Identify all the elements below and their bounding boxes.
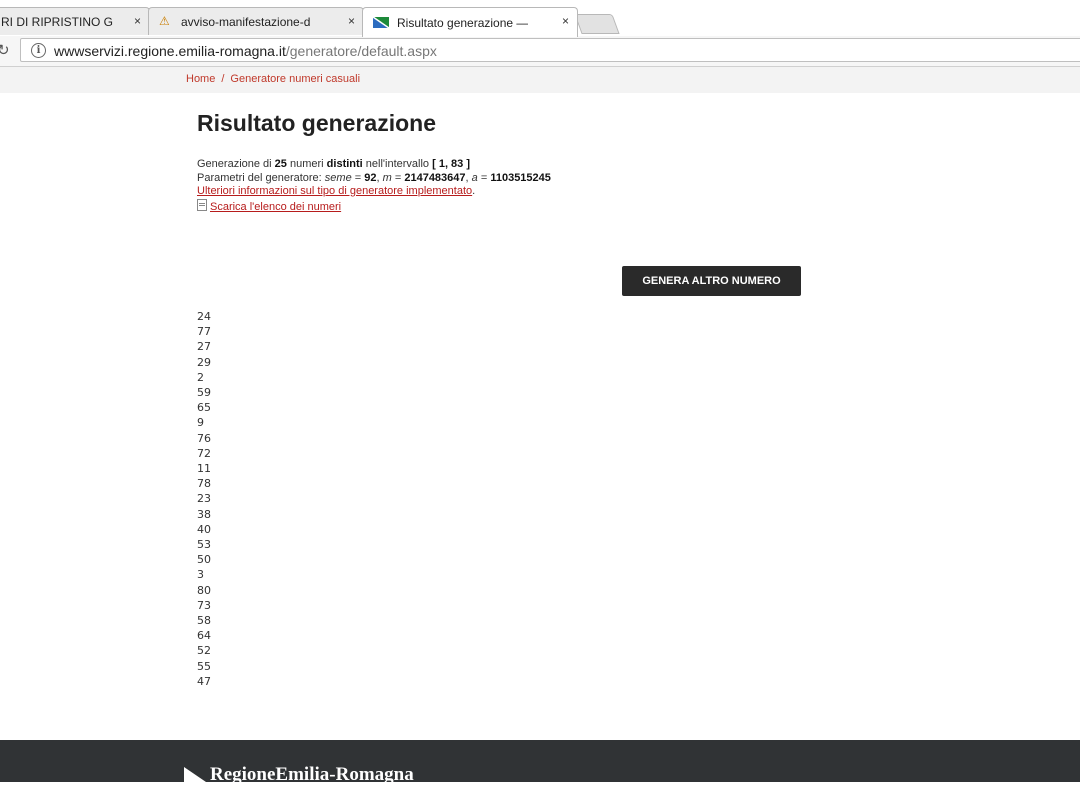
browser-tab-active[interactable]: Risultato generazione — × bbox=[362, 7, 578, 37]
info-icon[interactable]: i bbox=[31, 43, 46, 58]
numbers-list: 24 77 27 29 2 59 65 9 76 72 11 78 23 38 40 53 50 3 80 73 58 6… bbox=[197, 309, 211, 689]
param-a-value: 1103515245 bbox=[490, 171, 551, 184]
summary-range-label: nell'intervallo bbox=[365, 158, 430, 170]
generator-info-link[interactable]: Ulteriori informazioni sul tipo di gener… bbox=[197, 185, 472, 197]
breadcrumb-separator: / bbox=[221, 73, 225, 85]
number-item: 58 bbox=[197, 614, 211, 628]
generator-params: Parametri del generatore: seme = 92, m =… bbox=[197, 171, 551, 184]
number-item: 29 bbox=[197, 355, 211, 369]
number-item: 3 bbox=[197, 568, 204, 582]
number-item: 80 bbox=[197, 583, 211, 597]
number-item: 52 bbox=[197, 644, 211, 658]
param-m-value: 2147483647 bbox=[404, 171, 466, 184]
number-item: 76 bbox=[197, 431, 211, 445]
summary-range: [ 1, 83 ] bbox=[432, 158, 471, 170]
browser-tab[interactable]: RI DI RIPRISTINO G × bbox=[0, 7, 150, 35]
number-item: 64 bbox=[197, 629, 211, 643]
url-host: wwwservizi.regione.emilia-romagna.it bbox=[54, 43, 286, 59]
tab-title: RI DI RIPRISTINO G bbox=[1, 14, 114, 29]
breadcrumb-home-link[interactable]: Home bbox=[186, 73, 215, 85]
summary-prefix: Generazione di bbox=[197, 158, 272, 170]
region-flag-icon bbox=[373, 17, 389, 28]
region-logo-icon bbox=[184, 767, 206, 782]
number-item: 59 bbox=[197, 386, 211, 400]
download-numbers-link[interactable]: Scarica l'elenco dei numeri bbox=[210, 201, 341, 213]
summary-mid: numeri bbox=[289, 158, 324, 170]
summary-distinct: distinti bbox=[326, 158, 363, 170]
tab-close-icon[interactable]: × bbox=[134, 8, 141, 34]
number-item: 11 bbox=[197, 462, 211, 476]
number-item: 78 bbox=[197, 477, 211, 491]
number-item: 9 bbox=[197, 416, 204, 430]
generate-another-button[interactable]: GENERA ALTRO NUMERO bbox=[622, 266, 801, 296]
number-item: 50 bbox=[197, 553, 211, 567]
generation-summary: Generazione di 25 numeri distinti nell'i… bbox=[197, 158, 797, 172]
tab-close-icon[interactable]: × bbox=[348, 8, 355, 34]
info-line: Ulteriori informazioni sul tipo di gener… bbox=[197, 185, 476, 197]
page-title: Risultato generazione bbox=[197, 110, 436, 136]
number-item: 55 bbox=[197, 659, 211, 673]
param-seed-value: 92 bbox=[364, 171, 377, 184]
new-tab-button[interactable] bbox=[574, 14, 620, 34]
download-line: Scarica l'elenco dei numeri bbox=[197, 198, 797, 215]
number-item: 72 bbox=[197, 446, 211, 460]
breadcrumb: Home / Generatore numeri casuali bbox=[186, 73, 360, 85]
tab-title: avviso-manifestazione-d bbox=[181, 14, 311, 29]
address-bar: ↻ i wwwservizi.regione.emilia-romagna.it… bbox=[0, 36, 1080, 67]
number-item: 2 bbox=[197, 370, 204, 384]
url-path: /generatore/default.aspx bbox=[285, 43, 437, 59]
number-item: 38 bbox=[197, 507, 211, 521]
number-item: 65 bbox=[197, 401, 211, 415]
url-input[interactable]: i wwwservizi.regione.emilia-romagna.it/g… bbox=[20, 38, 1080, 62]
number-item: 73 bbox=[197, 598, 211, 612]
number-item: 53 bbox=[197, 538, 211, 552]
param-a-name: a bbox=[471, 171, 478, 184]
browser-tab-bar: RI DI RIPRISTINO G × ⚠ avviso-manifestaz… bbox=[0, 0, 1080, 37]
breadcrumb-strip: Home / Generatore numeri casuali bbox=[0, 67, 1080, 93]
number-item: 27 bbox=[197, 340, 211, 354]
reload-icon[interactable]: ↻ bbox=[0, 41, 10, 59]
favicon-icon: ⚠ bbox=[159, 14, 170, 28]
params-label: Parametri del generatore: bbox=[197, 171, 322, 184]
generation-info: Generazione di 25 numeri distinti nell'i… bbox=[197, 158, 797, 214]
number-item: 24 bbox=[197, 310, 211, 323]
summary-count: 25 bbox=[274, 158, 287, 170]
footer: RegioneEmilia-Romagna bbox=[0, 740, 1080, 785]
tab-title: Risultato generazione — bbox=[397, 15, 529, 30]
breadcrumb-current[interactable]: Generatore numeri casuali bbox=[230, 73, 360, 85]
number-item: 77 bbox=[197, 325, 211, 339]
tab-close-icon[interactable]: × bbox=[562, 8, 569, 34]
number-item: 47 bbox=[197, 674, 211, 688]
param-seed-name: seme bbox=[324, 171, 352, 184]
region-logo-text: RegioneEmilia-Romagna bbox=[210, 764, 414, 785]
document-icon bbox=[197, 198, 207, 211]
param-m-name: m bbox=[382, 171, 392, 184]
number-item: 23 bbox=[197, 492, 211, 506]
url-text: wwwservizi.regione.emilia-romagna.it/gen… bbox=[54, 43, 437, 59]
browser-tab[interactable]: ⚠ avviso-manifestazione-d × bbox=[148, 7, 364, 35]
number-item: 40 bbox=[197, 522, 211, 536]
